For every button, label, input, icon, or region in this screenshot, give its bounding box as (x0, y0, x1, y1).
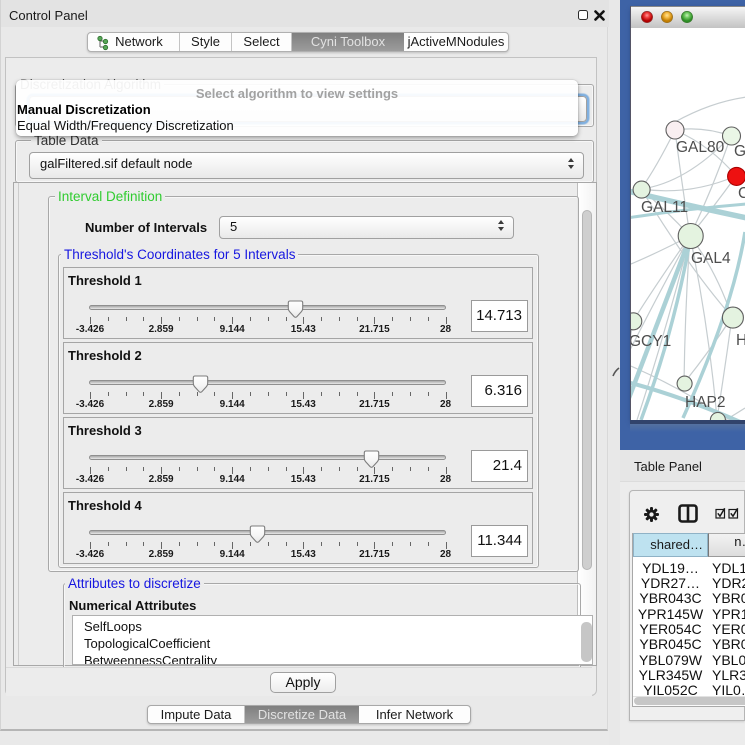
svg-text:C: C (738, 185, 745, 202)
svg-text:GCY1: GCY1 (631, 333, 671, 350)
svg-text:GAL80: GAL80 (676, 139, 725, 156)
svg-text:GAL11: GAL11 (641, 199, 688, 216)
svg-text:G: G (734, 143, 745, 160)
svg-text:GAL4: GAL4 (691, 250, 731, 267)
svg-text:HAP2: HAP2 (685, 394, 726, 411)
svg-text:H: H (736, 332, 745, 349)
